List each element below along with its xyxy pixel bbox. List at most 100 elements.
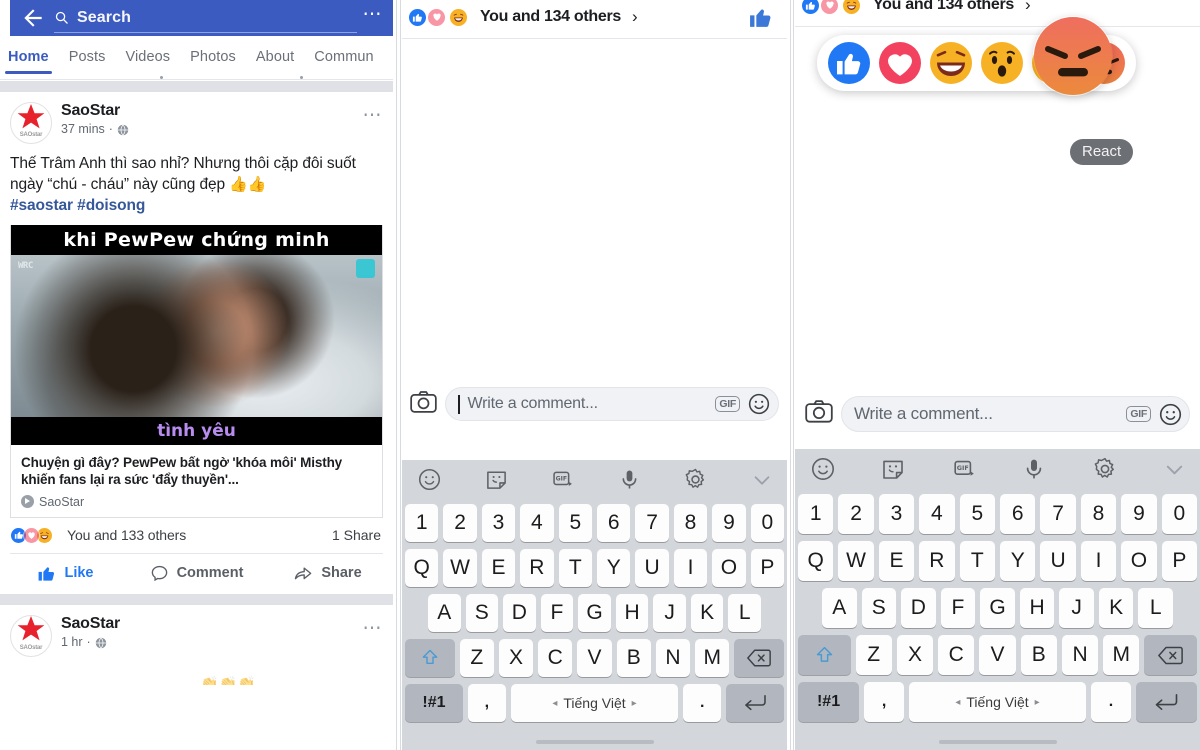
reaction-count-text[interactable]: You and 134 others (480, 8, 621, 26)
comma-key[interactable]: , (864, 682, 905, 722)
key-6[interactable]: 6 (1000, 494, 1036, 534)
gif-button[interactable]: GIF (715, 395, 740, 413)
reaction-angry-hovered-icon[interactable] (1033, 16, 1113, 96)
key-8[interactable]: 8 (1080, 494, 1117, 534)
key-d[interactable]: D (503, 594, 536, 632)
key-t[interactable]: T (959, 541, 995, 581)
smiley-icon[interactable] (1159, 403, 1182, 426)
key-v[interactable]: V (979, 635, 1016, 675)
gif-icon[interactable]: GIF (551, 468, 574, 496)
key-g[interactable]: G (980, 588, 1015, 628)
key-s[interactable]: S (861, 588, 897, 628)
return-icon[interactable] (726, 684, 784, 722)
tab-photos[interactable]: Photos (190, 49, 236, 73)
key-7[interactable]: 7 (635, 504, 669, 542)
share-button[interactable]: Share (262, 564, 393, 583)
backspace-icon[interactable] (734, 639, 785, 677)
post-hashtags[interactable]: #saostar #doisong (10, 197, 145, 214)
key-x[interactable]: X (896, 635, 934, 675)
comment-button[interactable]: Comment (131, 564, 262, 583)
key-h[interactable]: H (615, 594, 649, 632)
key-w[interactable]: W (443, 549, 477, 587)
key-b[interactable]: B (1020, 635, 1057, 675)
key-4[interactable]: 4 (520, 504, 554, 542)
reaction-count-text[interactable]: You and 133 others (67, 527, 186, 543)
key-x[interactable]: X (498, 639, 534, 677)
search-input[interactable]: Search (54, 3, 357, 33)
key-7[interactable]: 7 (1040, 494, 1076, 534)
gif-button[interactable]: GIF (1126, 405, 1151, 423)
key-f[interactable]: F (540, 594, 574, 632)
key-3[interactable]: 3 (878, 494, 915, 534)
space-key[interactable]: ◂ Tiếng Việt ▸ (510, 684, 679, 722)
key-3[interactable]: 3 (481, 504, 516, 542)
reaction-badges[interactable] (10, 526, 53, 544)
key-u[interactable]: U (1040, 541, 1076, 581)
reaction-count-text[interactable]: You and 134 others (873, 0, 1014, 14)
key-m[interactable]: M (695, 639, 730, 677)
key-q[interactable]: Q (404, 549, 439, 587)
key-9[interactable]: 9 (1121, 494, 1157, 534)
key-2[interactable]: 2 (838, 494, 874, 534)
key-0[interactable]: 0 (750, 504, 785, 542)
chevron-right-icon[interactable]: › (632, 7, 638, 27)
key-d[interactable]: D (901, 588, 936, 628)
key-i[interactable]: I (1080, 541, 1117, 581)
key-a[interactable]: A (821, 588, 857, 628)
key-z[interactable]: Z (855, 635, 892, 675)
key-r[interactable]: R (919, 541, 955, 581)
key-o[interactable]: O (712, 549, 746, 587)
back-arrow-icon[interactable] (20, 5, 46, 31)
key-q[interactable]: Q (797, 541, 834, 581)
smiley-icon[interactable] (811, 457, 835, 486)
key-j[interactable]: J (1059, 588, 1094, 628)
backspace-icon[interactable] (1144, 635, 1198, 675)
post-menu-icon[interactable]: ⋯ (363, 615, 384, 638)
share-count-text[interactable]: 1 Share (332, 527, 381, 543)
key-b[interactable]: B (616, 639, 651, 677)
space-key[interactable]: ◂ Tiếng Việt ▸ (909, 682, 1086, 722)
key-8[interactable]: 8 (673, 504, 708, 542)
key-9[interactable]: 9 (712, 504, 746, 542)
smiley-icon[interactable] (748, 393, 770, 415)
period-key[interactable]: . (683, 684, 722, 722)
tab-about[interactable]: About (256, 49, 294, 73)
page-name[interactable]: SaoStar (61, 615, 363, 633)
key-k[interactable]: K (690, 594, 724, 632)
return-icon[interactable] (1135, 682, 1197, 722)
key-c[interactable]: C (538, 639, 573, 677)
key-j[interactable]: J (653, 594, 686, 632)
reaction-wow-icon[interactable] (980, 41, 1024, 85)
key-p[interactable]: P (1161, 541, 1198, 581)
key-w[interactable]: W (838, 541, 874, 581)
camera-icon[interactable] (805, 399, 833, 429)
avatar[interactable]: SAOstar (10, 102, 52, 144)
period-key[interactable]: . (1090, 682, 1131, 722)
key-h[interactable]: H (1019, 588, 1055, 628)
tab-videos[interactable]: Videos (125, 49, 170, 73)
reaction-haha-icon[interactable] (929, 41, 973, 85)
avatar[interactable]: SAOstar (10, 614, 52, 657)
key-y[interactable]: Y (1000, 541, 1036, 581)
post-menu-icon[interactable]: ⋯ (363, 102, 384, 125)
symbols-key[interactable]: !#1 (798, 682, 860, 722)
reaction-like-icon[interactable] (827, 41, 871, 85)
video-thumbnail[interactable]: khi PewPew chứng minh tình yêu WRC (11, 224, 382, 445)
comma-key[interactable]: , (467, 684, 506, 722)
key-k[interactable]: K (1098, 588, 1134, 628)
tab-posts[interactable]: Posts (69, 49, 106, 73)
key-0[interactable]: 0 (1161, 494, 1198, 534)
key-y[interactable]: Y (597, 549, 631, 587)
key-n[interactable]: N (1061, 635, 1099, 675)
comment-input[interactable]: Write a comment... GIF (841, 396, 1190, 432)
key-m[interactable]: M (1103, 635, 1140, 675)
microphone-icon[interactable] (618, 468, 641, 496)
key-v[interactable]: V (577, 639, 612, 677)
key-n[interactable]: N (655, 639, 691, 677)
key-e[interactable]: E (481, 549, 516, 587)
gear-icon[interactable] (1093, 457, 1117, 486)
like-button[interactable]: Like (0, 564, 131, 583)
key-l[interactable]: L (1138, 588, 1174, 628)
key-5[interactable]: 5 (959, 494, 995, 534)
key-s[interactable]: S (465, 594, 499, 632)
